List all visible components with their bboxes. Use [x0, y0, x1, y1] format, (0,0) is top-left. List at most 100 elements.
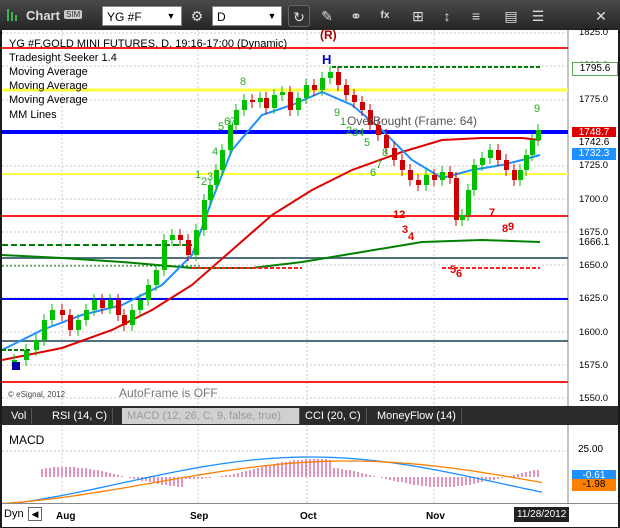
price-axis-label: 1775.0 — [579, 93, 609, 105]
candle-body — [536, 130, 541, 140]
price-axis-label: 1600.0 — [579, 326, 609, 338]
app-title: Chart — [26, 8, 60, 23]
macd-panel[interactable]: MACD 25.00 -0.61 -1.98 — [2, 425, 618, 503]
price-chart-canvas[interactable]: 12 345 6 78912 3 45678912345 678 9 — [2, 30, 618, 406]
interval-dropdown-icon[interactable]: ▼ — [261, 5, 283, 27]
candle-body — [116, 300, 121, 315]
candle-body — [92, 300, 97, 310]
candle-body — [466, 190, 471, 215]
tab-vol[interactable]: Vol — [6, 408, 33, 424]
price-chart[interactable]: 1 2 3 4 5 6 7 8 9 1 2 3 4 5 6 7 8 9 12 3 4 5 6 7 8 9 YG #F,GOLD M… — [2, 27, 618, 406]
candle-body — [352, 95, 357, 102]
symbol-dropdown-icon[interactable]: ▼ — [160, 5, 182, 27]
candle-body — [400, 160, 405, 170]
macd-canvas[interactable] — [2, 425, 618, 503]
candle-body — [146, 285, 151, 300]
chart-app-icon — [7, 9, 17, 21]
marker-box — [12, 362, 20, 370]
refresh-icon[interactable]: ↻ — [288, 5, 310, 27]
candle-body — [360, 102, 365, 110]
seeker-count-green: 7 — [230, 116, 236, 128]
candle-body — [472, 165, 477, 190]
candle-body — [84, 310, 89, 320]
candle-body — [250, 100, 255, 102]
price-axis-label: 1575.0 — [579, 360, 609, 371]
tab-cci[interactable]: CCI (20, C) — [300, 408, 367, 424]
draw-pencil-icon[interactable]: ✎ — [316, 5, 338, 27]
candle-body — [454, 178, 459, 220]
price-axis-label: 1650.0 — [579, 260, 609, 272]
legend-ma-2: Moving Average — [9, 80, 88, 92]
candle-body — [512, 170, 517, 180]
sim-badge: SIM — [64, 10, 83, 19]
candle-body — [264, 98, 269, 108]
candle-body — [480, 158, 485, 165]
candle-body — [208, 185, 213, 200]
candle-body — [344, 85, 349, 95]
candle-body — [202, 200, 207, 230]
candle-body — [60, 310, 65, 315]
resistance-marker: (R) — [320, 28, 337, 42]
candle-body — [408, 170, 413, 180]
candle-body — [296, 98, 301, 110]
candle-body — [100, 300, 105, 308]
candle-body — [24, 350, 29, 360]
month-nov: Nov — [426, 511, 445, 522]
layout-icon[interactable]: ▤ — [500, 5, 522, 27]
menu-icon[interactable]: ☰ — [527, 5, 549, 27]
candle-body — [122, 315, 127, 325]
moving-average-line — [2, 238, 541, 269]
seeker-count-red: 7 — [489, 207, 495, 219]
candle-body — [288, 92, 293, 110]
candle-body — [258, 98, 263, 102]
interval-value: D — [217, 10, 226, 24]
candle-body — [432, 175, 437, 180]
candle-body — [42, 320, 47, 340]
fx-icon[interactable]: fx — [374, 5, 396, 27]
month-aug: Aug — [56, 511, 76, 522]
toolbar: Chart SIM YG #F ▼ ⚙ D ▼ ↻ ✎ ⚭ fx ⊞ ↕ ≡ ▤… — [0, 0, 620, 33]
legend-seeker: Tradesight Seeker 1.4 — [9, 52, 117, 64]
legend-ma-1: Moving Average — [9, 66, 88, 78]
current-date: 11/28/2012 — [514, 507, 570, 522]
tab-moneyflow[interactable]: MoneyFlow (14) — [372, 408, 462, 424]
bar-style-icon[interactable]: ⊞ — [407, 5, 429, 27]
candle-body — [186, 240, 191, 255]
moving-average-line — [2, 137, 541, 361]
time-axis: Dyn ◀ Aug Sep Oct Nov 11/28/2012 — [2, 503, 618, 527]
close-icon[interactable]: ✕ — [590, 5, 612, 27]
seeker-count-green: 4 — [212, 146, 218, 158]
indicator-icon[interactable]: ≡ — [465, 5, 487, 27]
tag-signal: -1.98 — [572, 479, 616, 491]
indicator-tabs: Vol RSI (14, C) MACD (12, 26, C, 9, fals… — [2, 406, 618, 425]
seeker-count-red: 9 — [508, 221, 514, 233]
autoframe-label: AutoFrame is OFF — [119, 386, 218, 400]
candle-body — [228, 125, 233, 150]
candle-body — [440, 172, 445, 180]
link-icon[interactable]: ⚭ — [345, 5, 367, 27]
tag-ma-green-low: 1666.1 — [572, 237, 616, 249]
tab-rsi[interactable]: RSI (14, C) — [47, 408, 114, 424]
seeker-count-green: 9 — [534, 103, 540, 115]
candle-body — [34, 340, 39, 350]
candle-body — [138, 300, 143, 310]
legend-ma-3: Moving Average — [9, 94, 88, 106]
legend-symbol: YG #F,GOLD MINI FUTURES, D, 19:16-17:00 … — [9, 38, 288, 50]
month-oct: Oct — [300, 511, 317, 522]
candle-body — [524, 155, 529, 170]
candle-body — [68, 315, 73, 330]
legend-mm-lines: MM Lines — [9, 109, 57, 121]
candle-body — [170, 235, 175, 240]
seeker-count-green: 7 — [376, 159, 382, 171]
seeker-count-red: 4 — [408, 231, 415, 243]
settings-icon[interactable]: ⚙ — [186, 5, 208, 27]
scroll-left-icon[interactable]: ◀ — [28, 507, 42, 521]
tag-ma-blue: 1732.3 — [572, 148, 616, 160]
chart-type-icon[interactable]: ↕ — [436, 5, 458, 27]
esignal-copyright: © eSignal, 2012 — [8, 390, 66, 399]
overbought-label: OverBought (Frame: 64) — [347, 114, 478, 128]
candle-body — [392, 148, 397, 160]
candle-body — [312, 85, 317, 90]
symbol-value: YG #F — [107, 10, 142, 24]
tab-macd[interactable]: MACD (12, 26, C, 9, false, true) — [122, 408, 300, 424]
